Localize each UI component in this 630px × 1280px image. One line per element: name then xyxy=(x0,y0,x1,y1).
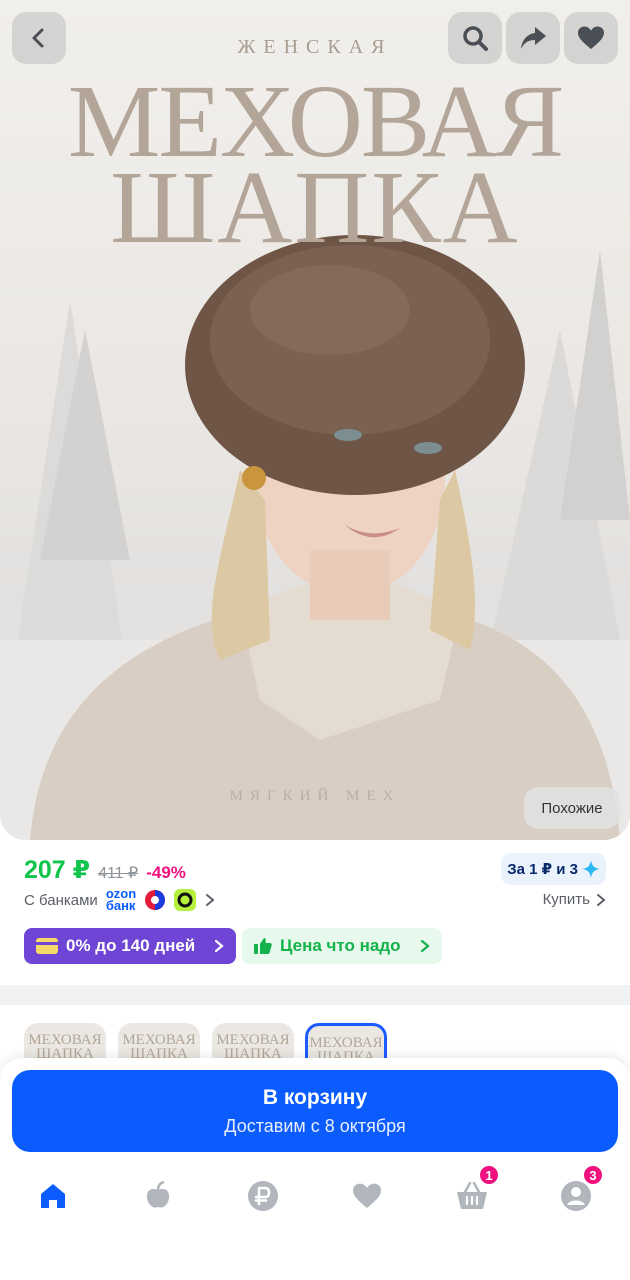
section-divider xyxy=(0,985,630,1005)
ozon-bank-logo: ozon банк xyxy=(105,886,137,913)
hero-title-line2: ШАПКА xyxy=(110,150,520,265)
share-button[interactable] xyxy=(506,12,560,64)
chevron-right-icon xyxy=(206,894,215,906)
nav-cart[interactable]: 1 xyxy=(442,1164,502,1218)
buy-link[interactable]: Купить xyxy=(543,891,606,908)
old-price: 411 ₽ xyxy=(98,865,139,882)
sparkle-icon xyxy=(582,860,600,878)
fresh-icon xyxy=(146,1181,170,1208)
home-icon xyxy=(41,1184,65,1208)
profile-count-badge: 3 xyxy=(582,1164,604,1186)
installment-promo-label: 0% до 140 дней xyxy=(66,936,196,955)
chevron-left-icon xyxy=(32,28,44,48)
favorite-button[interactable] xyxy=(564,12,618,64)
chevron-right-icon xyxy=(214,939,224,953)
cart-count-badge: 1 xyxy=(478,1164,500,1186)
price-row: 207 ₽ 411 ₽ -49% xyxy=(24,855,186,885)
bank-logo-icon xyxy=(174,889,197,911)
thumbs-up-icon xyxy=(254,938,272,954)
price-promo-label: Цена что надо xyxy=(280,936,401,955)
chevron-right-icon xyxy=(420,939,430,953)
installment-promo-button[interactable]: 0% до 140 дней xyxy=(24,928,236,964)
heart-icon xyxy=(353,1183,381,1208)
product-image[interactable]: ЖЕНСКАЯ МЕХОВАЯ ШАПКА МЯГКИЙ МЕХ Похожие xyxy=(0,0,630,840)
bank-logo-icon xyxy=(145,890,166,910)
add-to-cart-button[interactable]: В корзину Доставим с 8 октября xyxy=(12,1070,618,1152)
nav-home[interactable] xyxy=(23,1174,83,1218)
nav-profile[interactable]: 3 xyxy=(546,1164,606,1218)
installment-badge[interactable]: За 1 ₽ и 3 xyxy=(501,853,606,885)
current-price: 207 ₽ xyxy=(24,856,91,884)
nav-favorites[interactable] xyxy=(337,1174,397,1218)
buy-label: Купить xyxy=(542,891,590,908)
search-button[interactable] xyxy=(448,12,502,64)
heart-icon xyxy=(578,26,604,49)
bottom-navigation: 1 3 xyxy=(0,1160,630,1230)
chevron-right-icon xyxy=(597,893,606,906)
nav-finance[interactable] xyxy=(233,1174,293,1218)
nav-fresh[interactable] xyxy=(128,1174,188,1218)
card-icon xyxy=(36,938,58,954)
banks-label: С банками xyxy=(24,891,98,909)
discount-badge: -49% xyxy=(146,863,186,882)
cart-icon xyxy=(457,1181,487,1209)
add-to-cart-label: В корзину xyxy=(262,1086,368,1109)
share-icon xyxy=(521,27,546,49)
installment-badge-label: За 1 ₽ и 3 xyxy=(507,861,578,878)
similar-products-button[interactable]: Похожие xyxy=(524,787,620,829)
banks-row[interactable]: С банками ozon банк xyxy=(24,886,216,913)
search-icon xyxy=(463,26,488,51)
price-promo-button[interactable]: Цена что надо xyxy=(242,928,442,964)
ruble-icon xyxy=(248,1181,278,1211)
back-button[interactable] xyxy=(12,12,66,64)
delivery-date: Доставим с 8 октября xyxy=(224,1116,406,1136)
